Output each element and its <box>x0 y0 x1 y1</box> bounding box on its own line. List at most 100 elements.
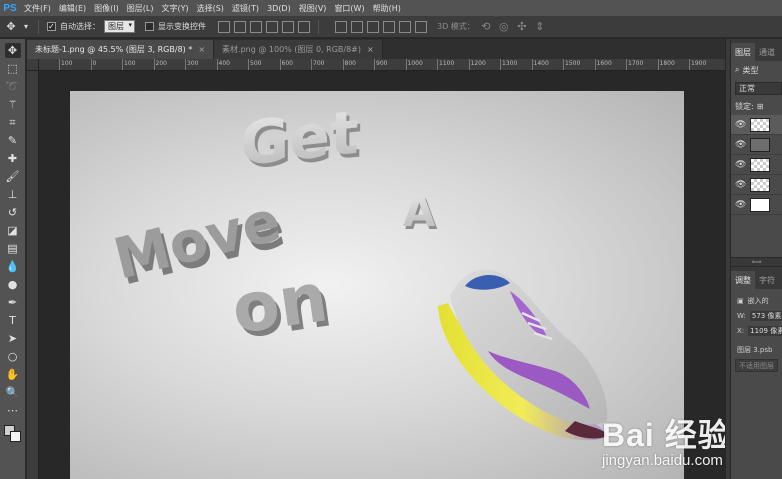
menu-edit[interactable]: 编辑(E) <box>55 3 90 14</box>
brush-tool-icon[interactable]: 🖌 <box>5 169 21 184</box>
lock-pixels-icon[interactable]: ⊞ <box>757 102 764 111</box>
menu-window[interactable]: 窗口(W) <box>330 3 368 14</box>
align-right-icon[interactable] <box>298 20 310 33</box>
menu-filter[interactable]: 滤镜(T) <box>228 3 263 14</box>
chevron-down-icon[interactable]: ▾ <box>22 20 30 34</box>
distribute-top-icon[interactable] <box>335 20 347 33</box>
pen-tool-icon[interactable]: ✒ <box>5 295 21 310</box>
3d-pan-icon[interactable]: ✣ <box>515 20 529 34</box>
layer-comp-select[interactable]: 不适用图层 <box>735 359 778 372</box>
align-hcenter-icon[interactable] <box>282 20 294 33</box>
document-canvas[interactable]: Get Get A A Move Move on on <box>70 91 684 479</box>
running-shoe-image[interactable] <box>438 269 608 441</box>
ruler-corner[interactable] <box>27 59 39 71</box>
eye-icon[interactable]: 👁 <box>735 180 746 190</box>
ruler-tick-label: 200 <box>155 60 167 67</box>
tab-adjustments[interactable]: 调整 <box>731 271 755 289</box>
type-tool-icon[interactable]: T <box>5 313 21 328</box>
distribute-bottom-icon[interactable] <box>367 20 379 33</box>
layer-row[interactable]: 👁 <box>731 155 782 175</box>
distribute-left-icon[interactable] <box>383 20 395 33</box>
3d-slide-icon[interactable]: ⇕ <box>533 20 547 34</box>
layer-row[interactable]: 👁 <box>731 115 782 135</box>
canvas-workspace[interactable]: Get Get A A Move Move on on <box>40 72 725 479</box>
layer-row[interactable]: 👁 <box>731 195 782 215</box>
word-on[interactable]: on on <box>227 258 336 354</box>
transform-controls-label: 显示变换控件 <box>158 22 206 31</box>
dodge-tool-icon[interactable]: ● <box>5 277 21 292</box>
distribute-hcenter-icon[interactable] <box>399 20 411 33</box>
menu-select[interactable]: 选择(S) <box>193 3 228 14</box>
auto-select-checkbox[interactable]: ✓ <box>47 22 56 31</box>
close-icon[interactable]: × <box>198 45 205 54</box>
tab-channels[interactable]: 通道 <box>755 43 779 61</box>
shape-tool-icon[interactable]: ○ <box>5 349 21 364</box>
magic-wand-icon[interactable]: ⚚ <box>5 97 21 112</box>
align-vcenter-icon[interactable] <box>234 20 246 33</box>
tab-character[interactable]: 字符 <box>755 271 779 289</box>
background-color[interactable] <box>9 431 21 442</box>
zoom-tool-icon[interactable]: 🔍 <box>5 385 21 400</box>
lasso-tool-icon[interactable]: ➰ <box>5 79 21 94</box>
layers-empty-space <box>731 215 782 257</box>
path-select-icon[interactable]: ➤ <box>5 331 21 346</box>
transform-controls-checkbox[interactable] <box>145 22 154 31</box>
3d-roll-icon[interactable]: ◎ <box>497 20 511 34</box>
tab-material[interactable]: 素材.png @ 100% (图层 0, RGB/8#) × <box>214 40 383 59</box>
lock-row: 锁定: ⊞ <box>731 97 782 115</box>
menu-3d[interactable]: 3D(D) <box>263 4 295 13</box>
menu-type[interactable]: 文字(Y) <box>157 3 192 14</box>
panel-divider[interactable]: ⟺ <box>731 257 782 267</box>
more-tools-icon[interactable]: ⋯ <box>5 403 21 418</box>
blend-mode-dropdown[interactable]: 正常 <box>735 81 782 95</box>
align-bottom-icon[interactable] <box>250 20 262 33</box>
eraser-icon[interactable]: ◪ <box>5 223 21 238</box>
history-brush-icon[interactable]: ↺ <box>5 205 21 220</box>
horizontal-ruler[interactable]: 100 0 100 200 300 400 500 600 700 800 900 1000 1100 1… <box>39 59 725 71</box>
3d-rotate-icon[interactable]: ⟲ <box>479 20 493 34</box>
w-value[interactable]: 573 像素 <box>749 310 782 321</box>
x-value[interactable]: 1109 像素 <box>748 325 782 336</box>
eyedropper-icon[interactable]: ✎ <box>5 133 21 148</box>
align-left-icon[interactable] <box>266 20 278 33</box>
align-top-icon[interactable] <box>218 20 230 33</box>
ruler-tick-label: 1300 <box>502 60 518 67</box>
eye-icon[interactable]: 👁 <box>735 140 746 150</box>
layer-row[interactable]: 👁 <box>731 175 782 195</box>
menu-image[interactable]: 图像(I) <box>90 3 123 14</box>
word-a[interactable]: A A <box>403 187 438 239</box>
tab-layers[interactable]: 图层 <box>731 43 755 61</box>
ruler-tick <box>437 59 438 70</box>
gradient-tool-icon[interactable]: ▤ <box>5 241 21 256</box>
ruler-tick <box>342 59 344 70</box>
close-icon[interactable]: × <box>367 45 374 54</box>
ruler-tick <box>153 59 155 70</box>
clone-stamp-icon[interactable]: ⊥ <box>5 187 21 202</box>
vertical-ruler[interactable] <box>27 71 39 479</box>
marquee-tool-icon[interactable]: ⬚ <box>5 61 21 76</box>
layer-filter-type[interactable]: 类型 <box>742 65 758 76</box>
move-tool-icon[interactable]: ✥ <box>4 20 18 34</box>
healing-brush-icon[interactable]: ✚ <box>5 151 21 166</box>
photoshop-logo: PS <box>3 2 17 14</box>
menu-file[interactable]: 文件(F) <box>20 3 55 14</box>
menu-layer[interactable]: 图层(L) <box>123 3 158 14</box>
layer-row[interactable]: 👁 <box>731 135 782 155</box>
hand-tool-icon[interactable]: ✋ <box>5 367 21 382</box>
tab-untitled-1[interactable]: 未标题-1.png @ 45.5% (图层 3, RGB/8) * × <box>27 40 215 59</box>
menu-help[interactable]: 帮助(H) <box>369 3 405 14</box>
menu-view[interactable]: 视图(V) <box>295 3 331 14</box>
distribute-right-icon[interactable] <box>415 20 427 33</box>
crop-tool-icon[interactable]: ⌗ <box>5 115 21 130</box>
color-swatches[interactable] <box>3 425 22 443</box>
eye-icon[interactable]: 👁 <box>735 160 746 170</box>
eye-icon[interactable]: 👁 <box>735 200 746 210</box>
distribute-vcenter-icon[interactable] <box>351 20 363 33</box>
ruler-tick-label: 100 <box>124 60 136 67</box>
move-tool-icon[interactable]: ✥ <box>4 43 21 58</box>
blur-tool-icon[interactable]: 💧 <box>5 259 21 274</box>
word-get[interactable]: Get Get <box>240 98 362 184</box>
auto-select-dropdown[interactable]: 图层 <box>104 20 135 33</box>
eye-icon[interactable]: 👁 <box>735 120 746 130</box>
ruler-tick <box>122 59 123 70</box>
